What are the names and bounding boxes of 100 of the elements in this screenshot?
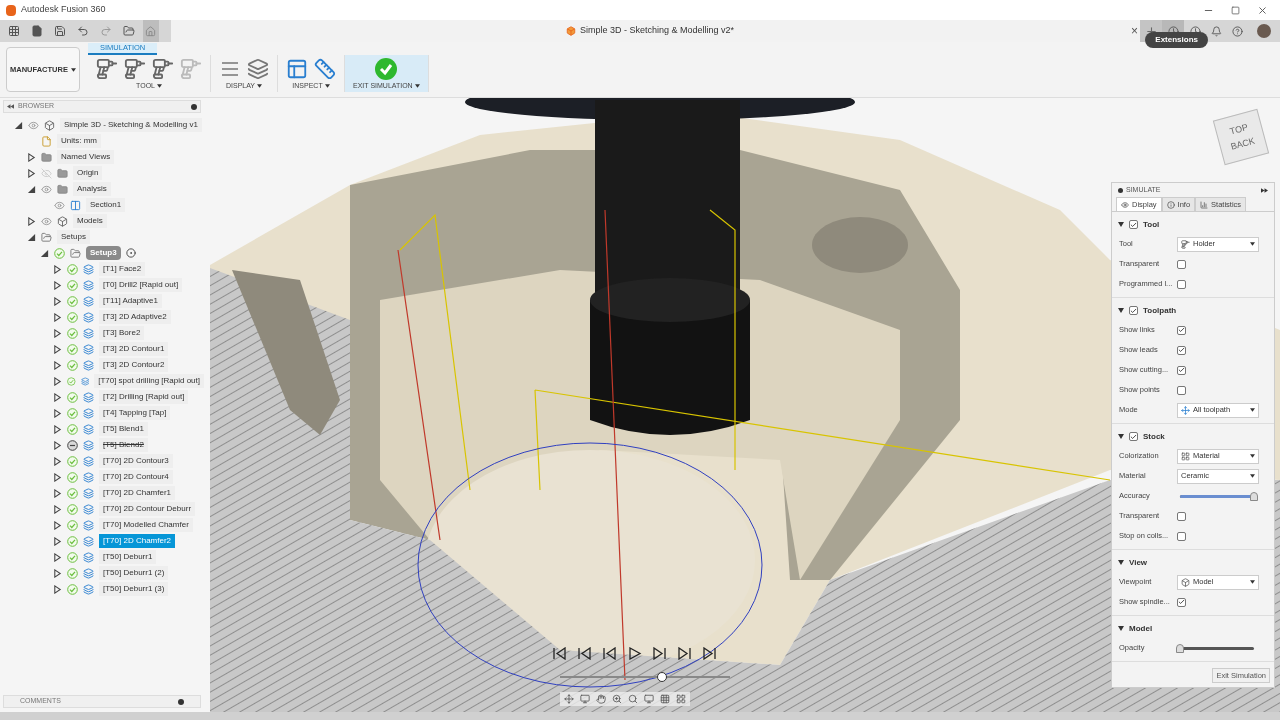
expanded-triangle-icon[interactable] <box>14 120 23 130</box>
operation-item[interactable]: [T1] Face2 <box>99 262 146 276</box>
operation-item[interactable]: [T70] 2D Chamfer1 <box>99 486 176 500</box>
operation-item[interactable]: [T70] spot drilling [Rapid out] <box>94 374 204 388</box>
notifications-icon[interactable] <box>1211 25 1222 37</box>
checkbox[interactable] <box>1177 279 1186 289</box>
collapsed-triangle-icon[interactable] <box>53 504 62 514</box>
checkbox[interactable] <box>1177 365 1186 375</box>
operation-item[interactable]: [T3] 2D Adaptive2 <box>99 310 171 324</box>
collapsed-triangle-icon[interactable] <box>53 440 62 450</box>
operation-item[interactable]: [T3] 2D Contour1 <box>99 342 169 356</box>
collapse-arrows-icon[interactable] <box>7 104 14 109</box>
browser-item[interactable]: Simple 3D - Sketching & Modelling v1 <box>60 118 202 132</box>
play-icon[interactable] <box>627 647 642 660</box>
step-forward-fast-icon[interactable] <box>677 647 692 660</box>
collapsed-triangle-icon[interactable] <box>53 408 62 418</box>
close-icon[interactable] <box>1257 4 1268 16</box>
collapsed-triangle-icon[interactable] <box>53 424 62 434</box>
step-forward-icon[interactable] <box>652 647 667 660</box>
checkbox[interactable] <box>1177 325 1186 335</box>
browser-item[interactable]: Named Views <box>57 150 115 164</box>
operation-item[interactable]: [T3] Bore2 <box>99 326 145 340</box>
check-circle-icon[interactable] <box>375 58 398 80</box>
step-back-fast-icon[interactable] <box>602 647 617 660</box>
slider-thumb[interactable] <box>1176 643 1184 653</box>
skip-start-icon[interactable] <box>552 647 567 660</box>
checkbox[interactable] <box>1177 511 1186 521</box>
collapsed-triangle-icon[interactable] <box>53 392 62 402</box>
browser-item[interactable]: Setups <box>57 230 90 244</box>
active-target-icon[interactable] <box>125 248 136 258</box>
collapsed-triangle-icon[interactable] <box>53 456 62 466</box>
expanded-triangle-icon[interactable] <box>1118 222 1124 227</box>
zoom-icon[interactable] <box>612 694 622 704</box>
collapsed-triangle-icon[interactable] <box>27 216 36 226</box>
checkbox[interactable] <box>1177 345 1186 355</box>
browser-item[interactable]: Models <box>73 214 107 228</box>
operation-item[interactable]: [T2] Drilling [Rapid out] <box>99 390 189 404</box>
checkbox[interactable] <box>1177 385 1186 395</box>
browser-item[interactable]: Origin <box>73 166 103 180</box>
app-grid-icon[interactable] <box>8 25 20 37</box>
expanded-triangle-icon[interactable] <box>40 248 49 258</box>
pan-icon[interactable] <box>596 694 606 704</box>
checkbox[interactable] <box>1129 432 1138 441</box>
collapsed-triangle-icon[interactable] <box>53 312 62 322</box>
stock-layers-icon[interactable] <box>247 58 269 80</box>
expand-arrows-icon[interactable] <box>1261 187 1268 193</box>
checkbox[interactable] <box>1129 306 1138 315</box>
checkbox[interactable] <box>1129 220 1138 229</box>
collapsed-triangle-icon[interactable] <box>53 536 62 546</box>
checkbox[interactable] <box>1177 531 1186 541</box>
operation-item[interactable]: [T50] Deburr1 (2) <box>99 566 169 580</box>
operation-item[interactable]: [T50] Deburr1 (3) <box>99 582 169 596</box>
operation-item[interactable]: [T70] 2D Contour4 <box>99 470 173 484</box>
collapsed-triangle-icon[interactable] <box>27 168 36 178</box>
collapsed-triangle-icon[interactable] <box>53 568 62 578</box>
expanded-triangle-icon[interactable] <box>27 232 36 242</box>
operation-item[interactable]: [T3] 2D Contour2 <box>99 358 169 372</box>
ruler-icon[interactable] <box>314 58 336 80</box>
collapsed-triangle-icon[interactable] <box>53 488 62 498</box>
file-icon[interactable] <box>31 25 43 37</box>
collapsed-triangle-icon[interactable] <box>53 376 62 386</box>
operation-item[interactable]: [T70] 2D Contour Deburr <box>99 502 196 516</box>
operation-item[interactable]: [T70] Modelled Chamfer <box>99 518 193 532</box>
expanded-triangle-icon[interactable] <box>1118 434 1124 439</box>
operation-item[interactable]: [T5] Blend2 <box>99 438 148 452</box>
grid-icon[interactable] <box>660 694 670 704</box>
expanded-triangle-icon[interactable] <box>27 184 36 194</box>
operation-item[interactable]: [T50] Deburr1 <box>99 550 157 564</box>
display-settings-icon[interactable] <box>644 694 654 704</box>
collapsed-triangle-icon[interactable] <box>27 152 36 162</box>
collapsed-triangle-icon[interactable] <box>53 264 62 274</box>
collapsed-triangle-icon[interactable] <box>53 360 62 370</box>
operation-item[interactable]: [T5] Blend1 <box>99 422 148 436</box>
collapsed-triangle-icon[interactable] <box>53 344 62 354</box>
collapsed-triangle-icon[interactable] <box>53 472 62 482</box>
skip-end-icon[interactable] <box>702 647 717 660</box>
slider-thumb[interactable] <box>1250 491 1258 501</box>
expanded-triangle-icon[interactable] <box>1118 626 1124 631</box>
avatar[interactable] <box>1257 24 1271 38</box>
document-tab[interactable]: Simple 3D - Sketching & Modelling v2* <box>170 20 1129 42</box>
timeline-thumb[interactable] <box>657 672 667 682</box>
browser-item[interactable]: Analysis <box>73 182 111 196</box>
step-back-icon[interactable] <box>577 647 592 660</box>
collapsed-triangle-icon[interactable] <box>53 296 62 306</box>
browser-item[interactable]: Section1 <box>86 198 126 212</box>
expanded-triangle-icon[interactable] <box>1118 308 1124 313</box>
browser-item[interactable]: Units: mm <box>57 134 101 148</box>
open-folder-icon[interactable] <box>123 25 135 37</box>
save-icon[interactable] <box>54 25 66 37</box>
undo-icon[interactable] <box>77 25 89 37</box>
view-cube[interactable]: TOP BACK <box>1212 108 1270 166</box>
expanded-triangle-icon[interactable] <box>1118 560 1124 565</box>
collapsed-triangle-icon[interactable] <box>53 552 62 562</box>
help-icon[interactable] <box>1232 25 1243 37</box>
collapsed-triangle-icon[interactable] <box>53 280 62 290</box>
operation-item[interactable]: [T4] Tapping [Tap] <box>99 406 171 420</box>
checkbox[interactable] <box>1177 259 1186 269</box>
operation-item[interactable]: [T11] Adaptive1 <box>99 294 162 308</box>
operation-item[interactable]: [T0] Drill2 [Rapid out] <box>99 278 183 292</box>
viewports-icon[interactable] <box>676 694 686 704</box>
